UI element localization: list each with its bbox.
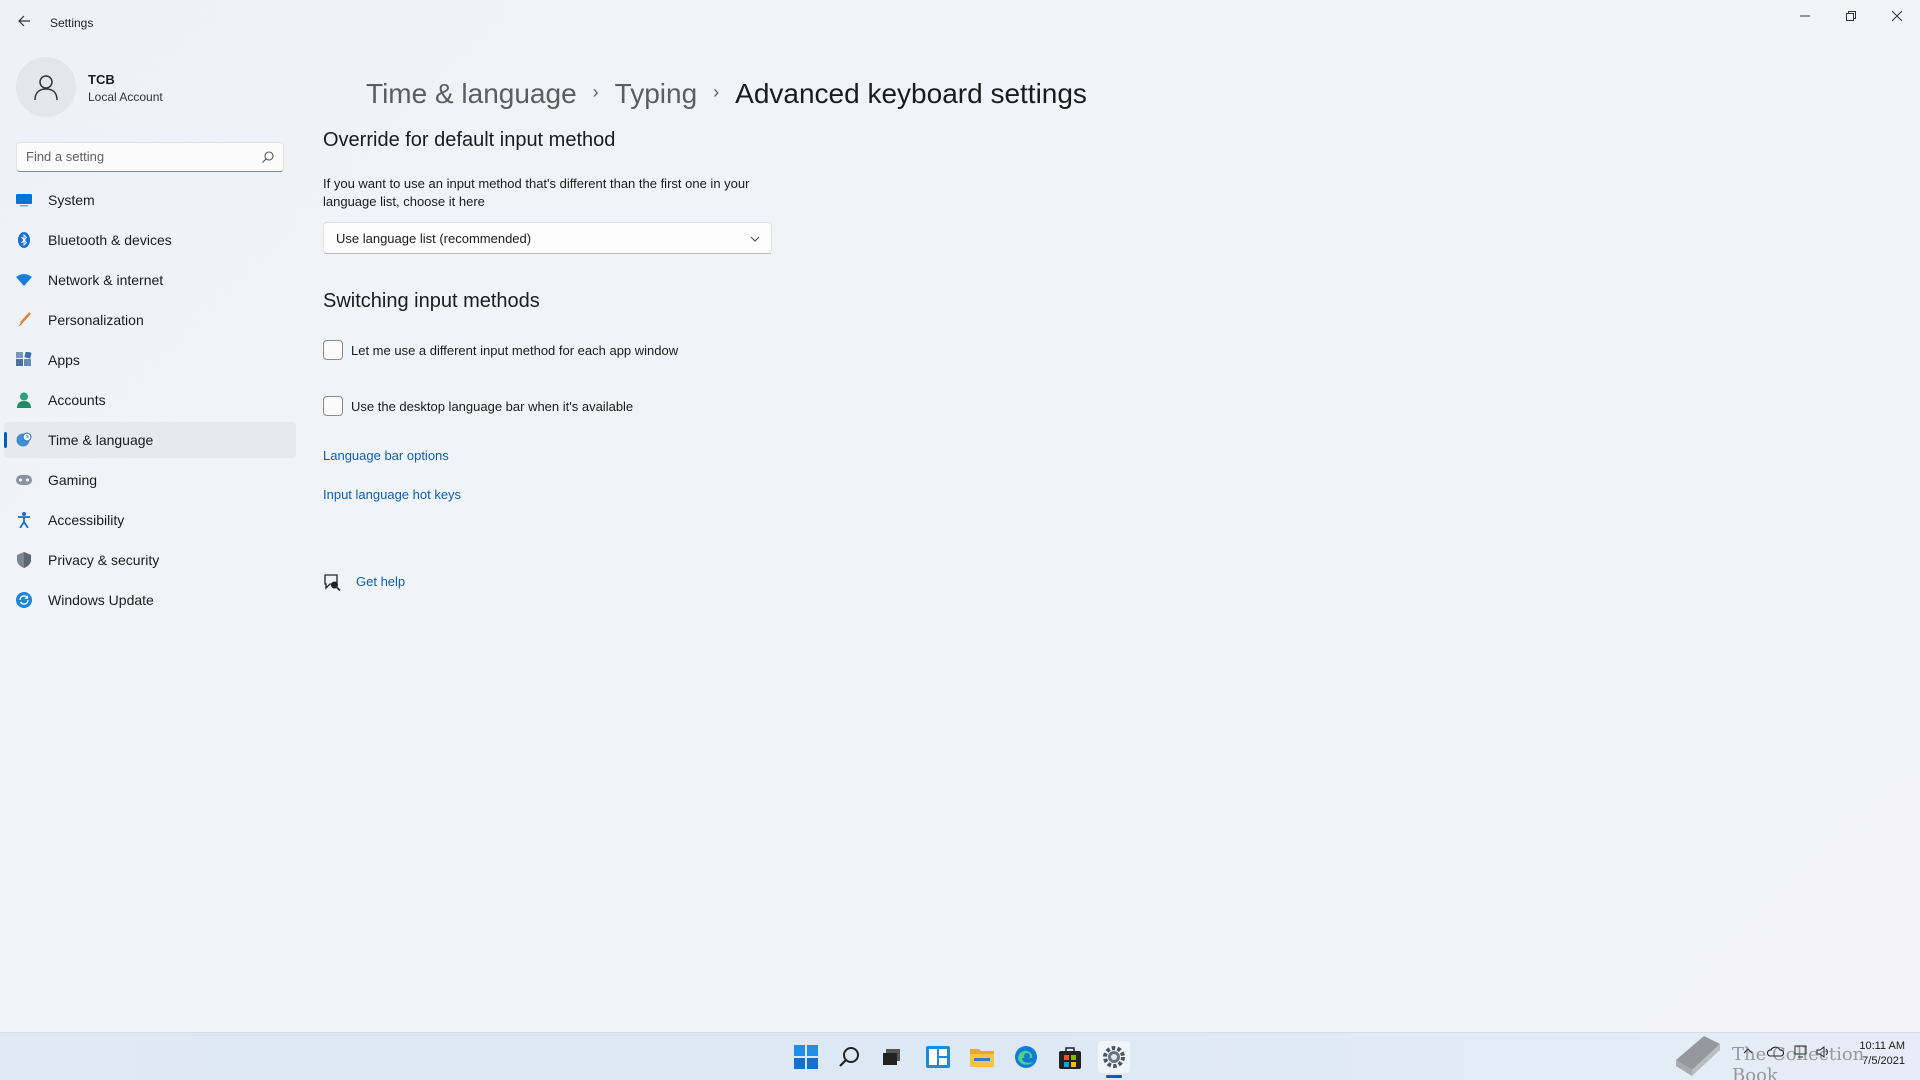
desktop-language-bar-label: Use the desktop language bar when it's a… [351,398,634,414]
windows-logo-icon [794,1045,818,1069]
sidebar-item-label: Apps [48,352,80,368]
arrow-left-icon [18,15,30,27]
taskbar-search-button[interactable] [834,1041,866,1073]
sidebar-item-label: Accounts [48,392,106,408]
chevron-right-icon: › [592,81,599,102]
override-section-title: Override for default input method [323,129,616,151]
sidebar-item-label: Bluetooth & devices [48,232,172,248]
input-language-hot-keys-link[interactable]: Input language hot keys [323,487,461,502]
chevron-down-icon [750,236,760,242]
globe-clock-icon [16,432,32,448]
gamepad-icon [16,472,32,488]
title-bar: Settings [0,0,1920,48]
dropdown-selected-value: Use language list (recommended) [336,231,532,246]
watermark-text: The Collection Book [1732,1044,1865,1080]
shield-icon [16,552,32,568]
watermark: The Collection Book [1666,1030,1906,1080]
close-icon [1892,11,1902,21]
override-description: If you want to use an input method that'… [323,176,750,209]
sidebar-item-label: Accessibility [48,512,125,528]
profile-account-type: Local Account [88,90,163,104]
sidebar-item-privacy[interactable]: Privacy & security [4,542,296,578]
avatar[interactable] [16,57,76,117]
sidebar-item-label: Network & internet [48,272,164,288]
settings-taskbar-button[interactable] [1098,1041,1130,1073]
sidebar-nav: System Bluetooth & devices Network & int… [4,182,296,622]
close-button[interactable] [1874,0,1920,32]
apps-icon [16,352,32,368]
edge-browser-icon [1015,1046,1037,1068]
store-button[interactable] [1054,1041,1086,1073]
brush-icon [16,312,32,328]
sidebar-item-windows-update[interactable]: Windows Update [4,582,296,618]
active-app-indicator [1106,1075,1122,1078]
per-app-input-checkbox-row[interactable]: Let me use a different input method for … [323,339,678,361]
per-app-input-label: Let me use a different input method for … [351,342,679,358]
gear-icon [1103,1046,1125,1068]
folder-icon [970,1049,994,1067]
widgets-icon [926,1046,950,1068]
sidebar-item-accounts[interactable]: Accounts [4,382,296,418]
wifi-icon [16,272,32,288]
help-icon [324,574,341,591]
profile-name: TCB [88,72,115,87]
get-help-link[interactable]: Get help [356,574,405,589]
language-bar-options-link[interactable]: Language bar options [323,448,449,463]
sidebar-item-label: System [48,192,95,208]
taskbar: 10:11 AM 7/5/2021 [0,1032,1920,1080]
app-title: Settings [50,16,94,30]
sidebar-item-label: Gaming [48,472,98,488]
task-view-button[interactable] [876,1041,908,1073]
per-app-input-checkbox[interactable] [323,340,343,360]
sidebar-item-personalization[interactable]: Personalization [4,302,296,338]
minimize-icon [1800,15,1810,17]
bluetooth-icon [16,232,32,248]
sidebar-item-time-language[interactable]: Time & language [4,422,296,458]
accessibility-icon [16,512,32,528]
active-indicator [4,432,7,448]
page-title: Advanced keyboard settings [735,78,1087,109]
monitor-icon [16,192,32,208]
restore-icon [1846,11,1856,21]
file-explorer-button[interactable] [966,1041,998,1073]
sidebar-item-label: Personalization [48,312,144,328]
search-box[interactable] [16,142,284,172]
person-icon [16,392,32,408]
sidebar-item-gaming[interactable]: Gaming [4,462,296,498]
breadcrumb: Time & language › Typing › Advanced keyb… [366,78,1087,110]
refresh-icon [16,592,32,608]
sidebar-item-accessibility[interactable]: Accessibility [4,502,296,538]
sidebar-item-label: Time & language [48,432,154,448]
edge-button[interactable] [1010,1041,1042,1073]
book-icon [1676,1036,1720,1076]
task-view-icon [883,1049,900,1065]
search-input[interactable] [26,149,246,164]
sidebar-item-label: Privacy & security [48,552,160,568]
sidebar-item-bluetooth[interactable]: Bluetooth & devices [4,222,296,258]
search-icon [839,1047,859,1067]
person-icon [34,75,58,101]
store-bag-icon [1059,1047,1081,1069]
search-icon[interactable] [261,150,275,164]
breadcrumb-time-language[interactable]: Time & language [366,78,577,110]
input-method-dropdown[interactable]: Use language list (recommended) [323,222,772,254]
breadcrumb-typing[interactable]: Typing [615,78,698,110]
minimize-button[interactable] [1782,0,1828,32]
sidebar-item-label: Windows Update [48,592,154,608]
sidebar-item-system[interactable]: System [4,182,296,218]
restore-button[interactable] [1828,0,1874,32]
start-button[interactable] [790,1041,822,1073]
back-button[interactable] [12,12,36,36]
sidebar-item-apps[interactable]: Apps [4,342,296,378]
desktop-language-bar-checkbox-row[interactable]: Use the desktop language bar when it's a… [323,395,633,417]
switching-section-title: Switching input methods [323,290,540,312]
desktop-language-bar-checkbox[interactable] [323,396,343,416]
sidebar-item-network[interactable]: Network & internet [4,262,296,298]
widgets-button[interactable] [922,1041,954,1073]
chevron-right-icon: › [713,81,720,102]
